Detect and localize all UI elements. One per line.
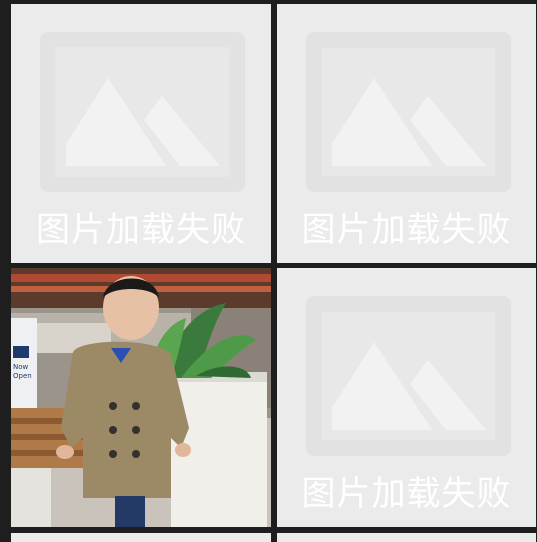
load-failed-text: 图片加载失败 — [36, 210, 246, 250]
image-placeholder-icon — [306, 296, 511, 456]
gallery-tile-5[interactable] — [11, 533, 271, 542]
gallery-tile-3-photo[interactable]: Now Open — [11, 268, 271, 527]
image-placeholder-icon — [306, 32, 511, 192]
image-placeholder-icon — [40, 32, 245, 192]
gallery-tile-2[interactable]: 图片加载失败 — [277, 4, 536, 263]
now-open-sign: Now Open — [11, 318, 37, 408]
gallery-tile-1[interactable]: 图片加载失败 — [11, 4, 271, 263]
load-failed-text: 图片加载失败 — [301, 474, 512, 514]
svg-text:Open: Open — [13, 372, 32, 380]
gallery-tile-6[interactable] — [277, 533, 536, 542]
svg-text:Now: Now — [13, 363, 29, 371]
load-failed-text: 图片加载失败 — [301, 210, 512, 250]
child-photo: Now Open — [11, 268, 271, 527]
gallery-tile-4[interactable]: 图片加载失败 — [277, 268, 536, 527]
